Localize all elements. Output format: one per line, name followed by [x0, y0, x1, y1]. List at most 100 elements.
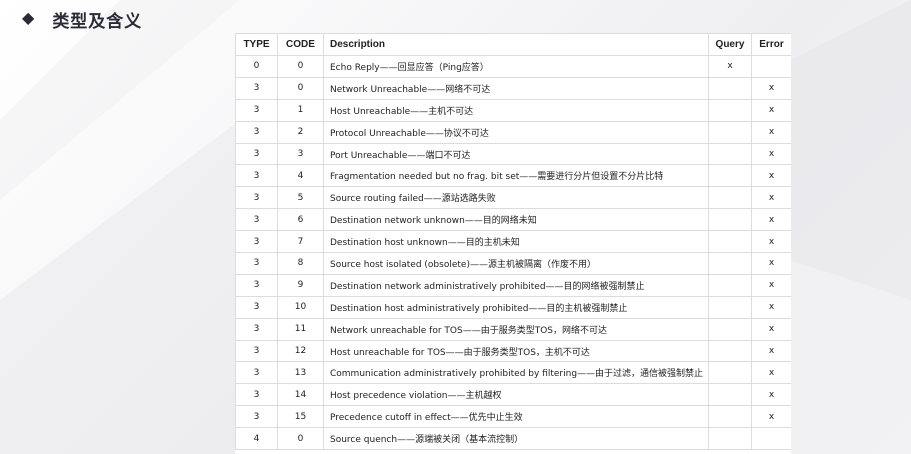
table-row: 3 15 Precedence cutoff in effect——优先中止生效 x: [235, 405, 791, 429]
cell-query: [708, 164, 752, 188]
cell-description: Echo Reply——回显应答（Ping应答）: [323, 55, 709, 78]
cell-type: 3: [235, 295, 278, 319]
cell-error: x: [751, 361, 791, 385]
cell-description: Host Unreachable——主机不可达: [323, 98, 709, 122]
cell-error: x: [751, 164, 791, 188]
cell-error: x: [751, 120, 791, 144]
cell-type: 3: [235, 208, 278, 232]
cell-query: [708, 383, 752, 407]
table-row: 3 12 Host unreachable for TOS——由于服务类型TOS，主…: [235, 339, 791, 363]
cell-code: 13: [277, 361, 324, 385]
cell-code: 4: [277, 164, 324, 188]
cell-type: 3: [235, 252, 278, 275]
cell-code: 0: [277, 427, 324, 451]
cell-code: 3: [277, 142, 324, 166]
section-title: 类型及含义: [52, 11, 143, 32]
section-heading: ◆ 类型及含义: [22, 6, 142, 32]
cell-error: x: [751, 295, 791, 319]
cell-query: [708, 230, 752, 254]
cell-description: Host precedence violation——主机越权: [323, 383, 709, 407]
cell-description: Network Unreachable——网络不可达: [323, 76, 709, 100]
table-row: 0 0 Echo Reply——回显应答（Ping应答） x: [235, 55, 791, 78]
table-header-row: TYPE CODE Description Query Error: [235, 33, 791, 56]
table-row: 3 11 Network unreachable for TOS——由于服务类型TO…: [235, 317, 791, 341]
table-row: 3 8 Source host isolated (obsolete)——源主机被隔…: [235, 252, 791, 275]
cell-query: [708, 142, 752, 166]
cell-code: 6: [277, 208, 324, 232]
cell-description: Precedence cutoff in effect——优先中止生效: [323, 405, 709, 429]
cell-query: x: [708, 55, 752, 78]
cell-code: 15: [277, 405, 324, 429]
cell-description: Host unreachable for TOS——由于服务类型TOS，主机不可…: [323, 339, 709, 363]
cell-query: [708, 208, 752, 232]
table-row: 3 3 Port Unreachable——端口不可达 x: [235, 142, 791, 166]
cell-code: 8: [277, 252, 324, 275]
cell-type: 3: [235, 339, 278, 363]
table-row: 3 7 Destination host unknown——目的主机未知 x: [235, 230, 791, 254]
cell-type: 3: [235, 142, 278, 166]
cell-type: 3: [235, 405, 278, 429]
cell-code: 14: [277, 383, 324, 407]
cell-description: Destination host administratively prohib…: [323, 295, 709, 319]
cell-error: [751, 55, 791, 78]
cell-query: [708, 186, 752, 210]
table-row: 4 0 Source quench——源端被关闭（基本流控制）: [235, 427, 791, 451]
table-row: 3 14 Host precedence violation——主机越权 x: [235, 383, 791, 407]
diamond-bullet-icon: ◆: [22, 10, 35, 27]
cell-error: x: [751, 252, 791, 275]
cell-type: 0: [235, 55, 278, 78]
cell-type: 3: [235, 361, 278, 385]
cell-type: 3: [235, 317, 278, 341]
cell-type: 3: [235, 383, 278, 407]
cell-code: 12: [277, 339, 324, 363]
cell-error: x: [751, 230, 791, 254]
cell-code: 2: [277, 120, 324, 144]
cell-code: 0: [277, 55, 324, 78]
cell-description: Communication administratively prohibite…: [323, 361, 709, 385]
table-row: 3 0 Network Unreachable——网络不可达 x: [235, 76, 791, 100]
cell-error: x: [751, 339, 791, 363]
cell-type: 3: [235, 164, 278, 188]
cell-error: x: [751, 98, 791, 122]
cell-type: 3: [235, 120, 278, 144]
cell-query: [708, 295, 752, 319]
column-header-type: TYPE: [235, 33, 278, 56]
cell-query: [708, 98, 752, 122]
cell-error: x: [751, 76, 791, 100]
cell-error: x: [751, 208, 791, 232]
cell-type: 3: [235, 76, 278, 100]
icmp-type-table: TYPE CODE Description Query Error 0 0 Echo…: [235, 33, 791, 451]
icmp-type-table-container: TYPE CODE Description Query Error 0 0 Echo…: [235, 33, 791, 454]
cell-description: Source host isolated (obsolete)——源主机被隔离（…: [323, 252, 709, 275]
table-row: 3 5 Source routing failed——源站选路失败 x: [235, 186, 791, 210]
cell-type: 3: [235, 230, 278, 254]
table-row: 3 13 Communication administratively prohib…: [235, 361, 791, 385]
cell-description: Source quench——源端被关闭（基本流控制）: [323, 427, 709, 451]
cell-error: x: [751, 142, 791, 166]
cell-error: x: [751, 186, 791, 210]
cell-code: 5: [277, 186, 324, 210]
cell-code: 11: [277, 317, 324, 341]
column-header-query: Query: [708, 33, 752, 56]
cell-query: [708, 76, 752, 100]
cell-code: 9: [277, 273, 324, 297]
cell-code: 0: [277, 76, 324, 100]
column-header-code: CODE: [277, 33, 324, 56]
column-header-description: Description: [323, 33, 709, 56]
cell-description: Source routing failed——源站选路失败: [323, 186, 709, 210]
cell-description: Fragmentation needed but no frag. bit se…: [323, 164, 709, 188]
cell-error: x: [751, 383, 791, 407]
cell-description: Protocol Unreachable——协议不可达: [323, 120, 709, 144]
cell-code: 10: [277, 295, 324, 319]
cell-query: [708, 405, 752, 429]
cell-query: [708, 361, 752, 385]
column-header-error: Error: [751, 33, 791, 56]
cell-query: [708, 339, 752, 363]
cell-description: Port Unreachable——端口不可达: [323, 142, 709, 166]
cell-query: [708, 427, 752, 451]
cell-type: 3: [235, 273, 278, 297]
table-row: 3 9 Destination network administratively p…: [235, 273, 791, 297]
cell-error: x: [751, 405, 791, 429]
cell-description: Network unreachable for TOS——由于服务类型TOS，网…: [323, 317, 709, 341]
cell-query: [708, 273, 752, 297]
